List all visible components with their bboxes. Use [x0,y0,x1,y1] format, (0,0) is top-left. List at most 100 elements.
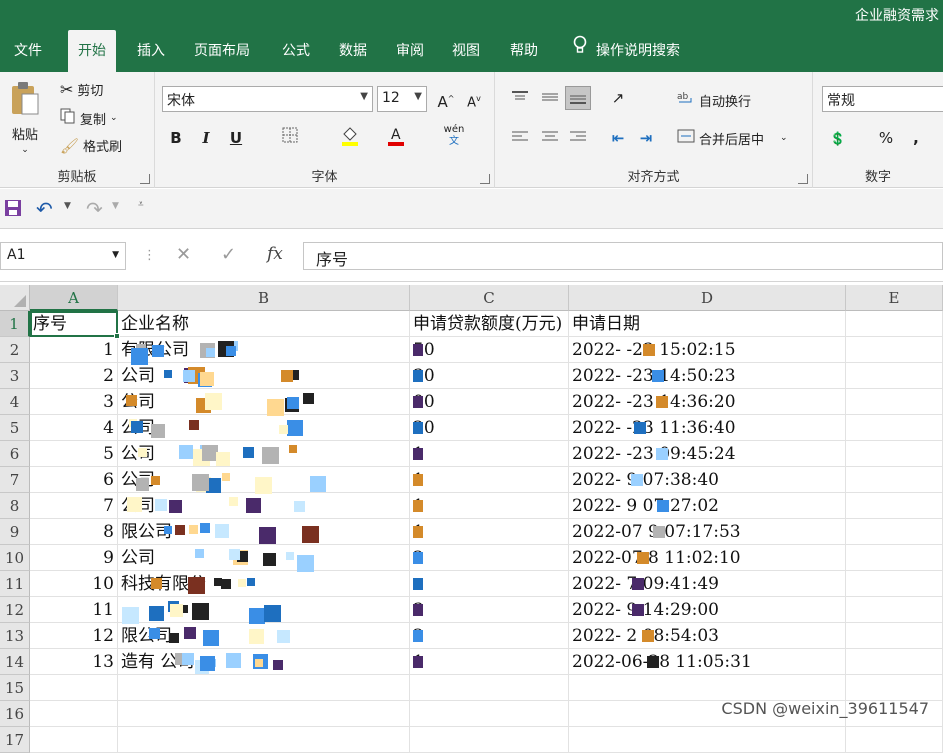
cell-e[interactable] [846,597,943,623]
bold-button[interactable]: B [163,126,189,150]
cell-e[interactable] [846,311,943,337]
cell-e[interactable] [846,571,943,597]
row-header[interactable]: 3 [0,363,30,389]
cell-d[interactable] [569,727,846,753]
cell-e[interactable] [846,467,943,493]
cell-d[interactable]: 2022- -23 14:50:23 [569,363,846,389]
drag-handle-icon[interactable]: ⋮ [143,248,156,263]
column-header-a[interactable]: A [30,285,118,311]
align-bottom-button[interactable] [565,86,591,110]
cell-c[interactable]: 1 [410,493,569,519]
row-header[interactable]: 1 [0,311,30,337]
font-name-select[interactable]: 宋体 ▼ [162,86,373,112]
cell-a[interactable]: 13 [30,649,118,675]
row-header[interactable]: 6 [0,441,30,467]
cell-d[interactable]: 2022- 9 14:29:00 [569,597,846,623]
cell-e[interactable] [846,389,943,415]
row-header[interactable]: 13 [0,623,30,649]
copy-button[interactable]: 复制 ⌄ [60,108,118,128]
cell-e[interactable] [846,363,943,389]
cell-d[interactable]: 2022-06-28 11:05:31 [569,649,846,675]
cell-b[interactable]: 企业名称 [118,311,410,337]
row-header[interactable]: 12 [0,597,30,623]
cell-a[interactable]: 12 [30,623,118,649]
formula-input[interactable]: 序号 [303,242,943,270]
cell-a[interactable]: 3 [30,389,118,415]
column-header-b[interactable]: B [118,285,410,311]
cell-a[interactable]: 2 [30,363,118,389]
cell-d[interactable]: 2022- -23 15:02:15 [569,337,846,363]
row-header[interactable]: 10 [0,545,30,571]
cell-a[interactable]: 10 [30,571,118,597]
cell-e[interactable] [846,493,943,519]
select-all-button[interactable] [0,285,30,311]
cell-a[interactable]: 7 [30,493,118,519]
redo-icon[interactable]: ↷ [86,197,103,221]
cell-c[interactable]: 1 [410,467,569,493]
cell-e[interactable] [846,675,943,701]
column-header-c[interactable]: C [410,285,569,311]
cell-b[interactable]: 限公司 [118,623,410,649]
percent-button[interactable]: % [873,126,899,150]
align-top-button[interactable] [507,86,533,110]
cell-d[interactable]: 2022-07 8 11:02:10 [569,545,846,571]
font-size-select[interactable]: 12 ▼ [377,86,427,112]
cell-c[interactable]: 2 [410,545,569,571]
row-header[interactable]: 5 [0,415,30,441]
cell-c[interactable]: 00 [410,389,569,415]
row-header[interactable]: 15 [0,675,30,701]
merge-center-button[interactable]: 合并后居中 ⌄ [677,128,788,148]
italic-button[interactable]: I [193,126,219,150]
alignment-launcher-icon[interactable] [798,174,808,184]
row-header[interactable]: 11 [0,571,30,597]
tab-view[interactable]: 视图 [442,30,490,72]
confirm-icon[interactable]: ✓ [221,244,236,265]
cell-a[interactable] [30,701,118,727]
tab-review[interactable]: 审阅 [386,30,434,72]
cell-e[interactable] [846,441,943,467]
font-launcher-icon[interactable] [480,174,490,184]
number-format-select[interactable]: 常规 [822,86,943,112]
paste-button[interactable]: 粘贴 ⌄ [8,80,42,155]
cell-a[interactable]: 5 [30,441,118,467]
tab-insert[interactable]: 插入 [127,30,175,72]
cell-a[interactable] [30,727,118,753]
cell-c[interactable]: 20 [410,415,569,441]
undo-icon[interactable]: ↶ [36,197,53,221]
cell-a[interactable]: 6 [30,467,118,493]
align-left-button[interactable] [507,126,533,150]
cell-c[interactable]: 50 [410,337,569,363]
row-header[interactable]: 8 [0,493,30,519]
row-header[interactable]: 14 [0,649,30,675]
row-header[interactable]: 2 [0,337,30,363]
cell-a[interactable]: 1 [30,337,118,363]
cell-d[interactable]: 2022- -23 09:45:24 [569,441,846,467]
cell-e[interactable] [846,415,943,441]
cancel-icon[interactable]: ✕ [176,244,191,265]
cell-c[interactable] [410,571,569,597]
decrease-indent-button[interactable]: ⇤ [605,126,631,150]
cell-a[interactable]: 9 [30,545,118,571]
row-header[interactable]: 9 [0,519,30,545]
customize-qat-icon[interactable]: ⩡ [138,199,144,210]
cell-d[interactable]: 2022- 2 08:54:03 [569,623,846,649]
tab-home[interactable]: 开始 [68,30,116,72]
cell-d[interactable]: 2022- -23 11:36:40 [569,415,846,441]
cell-c[interactable]: 申请贷款额度(万元) [410,311,569,337]
cell-e[interactable] [846,649,943,675]
cell-a[interactable] [30,675,118,701]
cell-c[interactable]: 1 [410,519,569,545]
cell-c[interactable]: 1 [410,441,569,467]
cell-a[interactable]: 8 [30,519,118,545]
tab-page-layout[interactable]: 页面布局 [184,30,260,72]
column-header-d[interactable]: D [569,285,846,311]
shrink-font-button[interactable]: Av [461,87,487,111]
cell-a[interactable]: 序号 [30,311,118,337]
insert-function-button[interactable]: fx [267,244,283,264]
save-icon[interactable] [4,199,22,221]
font-color-button[interactable]: A [383,126,409,150]
cell-d[interactable]: 2022- 7 09:41:49 [569,571,846,597]
row-header[interactable]: 7 [0,467,30,493]
cell-c[interactable] [410,701,569,727]
cell-c[interactable] [410,727,569,753]
